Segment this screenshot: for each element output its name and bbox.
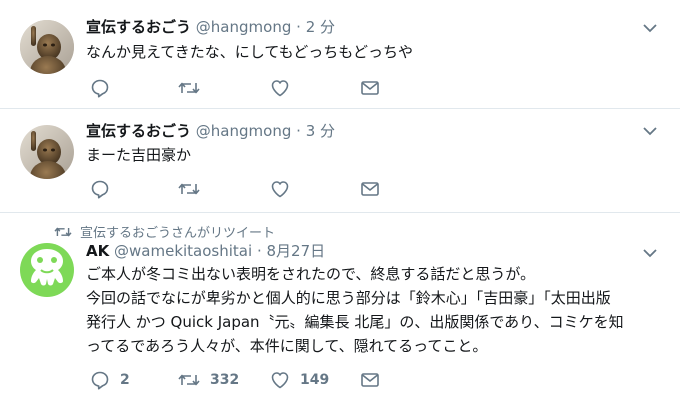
tweet-text: まーた吉田豪か <box>86 146 192 164</box>
reply-icon <box>91 180 109 199</box>
tweet-header: AK @wamekitaoshitai · 8月27日 <box>86 241 325 261</box>
separator-dot: · <box>296 122 301 140</box>
retweet-count: 332 <box>210 372 240 388</box>
retweet-icon <box>178 183 200 195</box>
separator-dot: · <box>296 18 301 36</box>
display-name[interactable]: 宣伝するおごう <box>86 18 191 36</box>
tweet-1[interactable]: 宣伝するおごう @hangmong · 2 分 なんか見えてきたな、にしてもどっ… <box>0 0 680 108</box>
like-icon <box>271 80 289 97</box>
tweet-header: 宣伝するおごう @hangmong · 2 分 <box>86 17 335 37</box>
retweet-button[interactable]: 332 <box>178 370 239 390</box>
display-name[interactable]: AK <box>86 242 109 260</box>
separator-dot: · <box>256 242 262 260</box>
timestamp[interactable]: 3 分 <box>306 122 335 140</box>
reply-icon <box>91 371 109 390</box>
tweet-2[interactable]: 宣伝するおごう @hangmong · 3 分 まーた吉田豪か <box>0 109 680 212</box>
reply-icon <box>91 79 109 98</box>
avatar[interactable] <box>20 243 74 297</box>
user-handle[interactable]: @hangmong <box>196 122 292 140</box>
tweet-actions: 2 332 149 <box>86 370 446 390</box>
avatar[interactable] <box>20 20 74 74</box>
message-icon <box>361 373 379 387</box>
tweet-text: なんか見えてきたな、にしてもどっちもどっちや <box>86 43 414 61</box>
reply-button[interactable] <box>90 78 120 98</box>
message-icon <box>361 81 379 95</box>
message-button[interactable] <box>360 179 380 199</box>
like-count: 149 <box>300 372 330 388</box>
retweet-icon <box>54 227 72 236</box>
like-button[interactable]: 149 <box>270 370 329 390</box>
retweet-icon <box>178 374 200 386</box>
divider <box>0 212 680 213</box>
display-name[interactable]: 宣伝するおごう <box>86 122 191 140</box>
retweet-icon <box>178 82 200 94</box>
user-handle[interactable]: @wamekitaoshitai <box>114 242 252 260</box>
timestamp[interactable]: 8月27日 <box>267 242 326 260</box>
retweet-button[interactable] <box>178 78 210 98</box>
tweet-text: ご本人が冬コミ出ない表明をされたので、終息する話だと思うが。 今回の話でなにが卑… <box>86 265 624 355</box>
timestamp[interactable]: 2 分 <box>306 18 335 36</box>
tweet-actions <box>86 179 446 199</box>
retweet-context-text: 宣伝するおごうさんがリツイート <box>80 226 276 241</box>
message-button[interactable] <box>360 78 380 98</box>
caret-down-icon[interactable] <box>642 245 658 261</box>
like-button[interactable] <box>270 179 300 199</box>
like-button[interactable] <box>270 78 300 98</box>
retweet-button[interactable] <box>178 179 210 199</box>
message-icon <box>361 182 379 196</box>
ak-avatar <box>20 243 74 297</box>
caret-down-icon[interactable] <box>642 123 658 139</box>
timeline: 宣伝するおごう @hangmong · 2 分 なんか見えてきたな、にしてもどっ… <box>0 0 680 402</box>
message-button[interactable] <box>360 370 380 390</box>
user-handle[interactable]: @hangmong <box>196 18 292 36</box>
tweet-actions <box>86 78 446 98</box>
retweet-context[interactable]: 宣伝するおごうさんがリツイート <box>54 222 275 241</box>
caret-down-icon[interactable] <box>642 20 658 36</box>
like-icon <box>271 372 289 389</box>
reply-button[interactable]: 2 <box>90 370 130 390</box>
avatar[interactable] <box>20 125 74 179</box>
reply-count: 2 <box>120 372 130 388</box>
tweet-header: 宣伝するおごう @hangmong · 3 分 <box>86 121 335 141</box>
reply-button[interactable] <box>90 179 120 199</box>
tweet-3[interactable]: AK @wamekitaoshitai · 8月27日 ご本人が冬コミ出ない表明… <box>0 240 680 402</box>
like-icon <box>271 181 289 198</box>
